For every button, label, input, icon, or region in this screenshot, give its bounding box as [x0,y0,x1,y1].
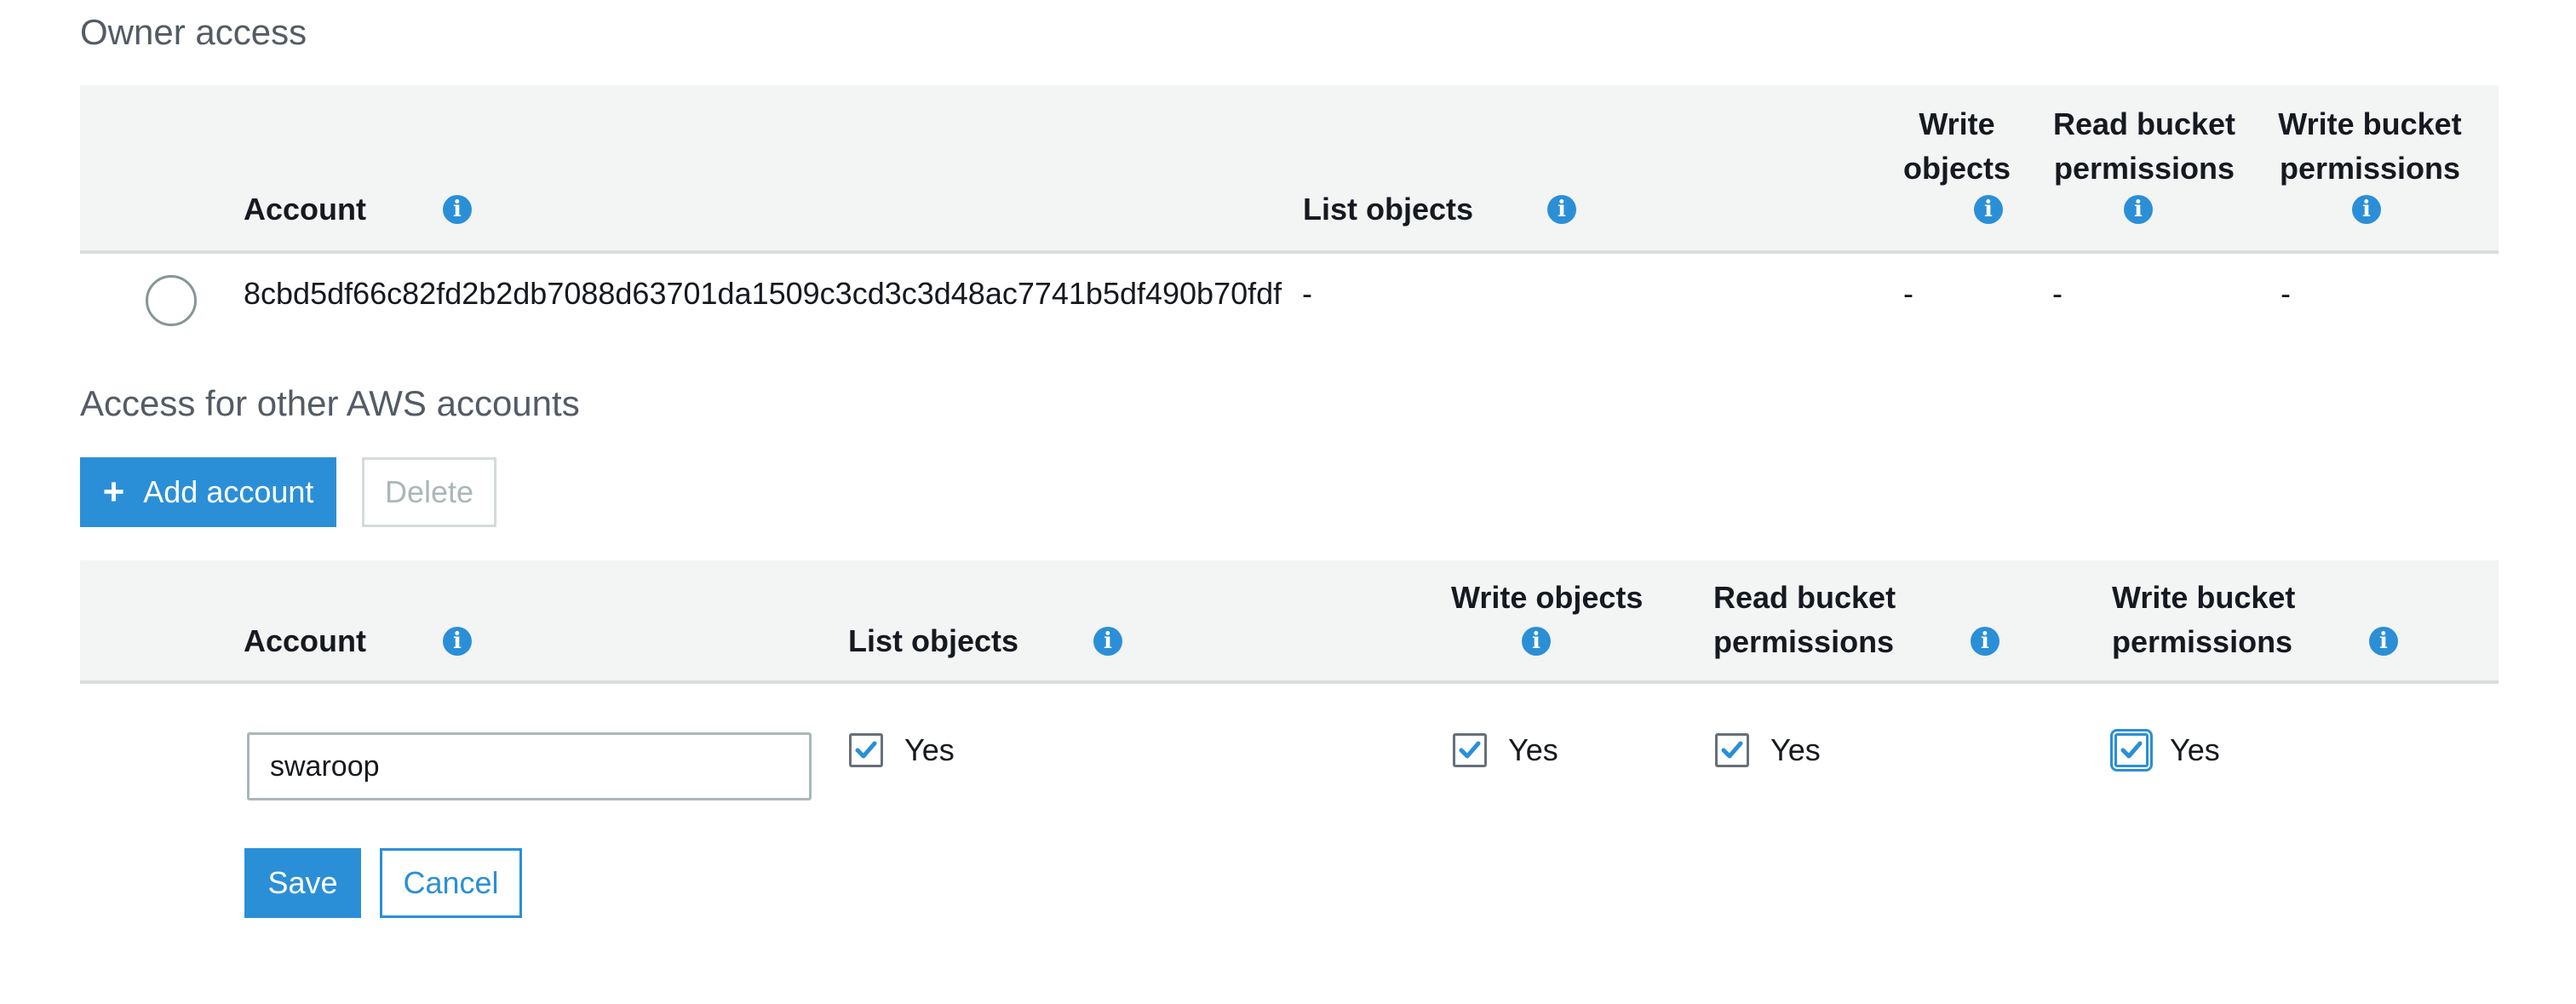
owner-row-radio[interactable] [146,275,197,326]
info-icon[interactable]: i [2352,195,2381,224]
info-icon[interactable]: i [1547,195,1576,224]
info-icon[interactable]: i [1522,627,1551,656]
write-bucket-yes-label: Yes [2170,732,2220,767]
info-icon[interactable]: i [443,627,472,656]
owner-header-write-objects-line2: objects [1902,151,2011,186]
owner-header-write-bucket-line2: permissions [2279,151,2461,186]
other-header-read-bucket-line1: Read bucket [1713,580,1896,615]
info-icon[interactable]: i [2369,627,2398,656]
info-icon[interactable]: i [1974,195,2003,224]
owner-write-bucket-value: - [2281,276,2291,311]
read-bucket-permissions-checkbox[interactable] [1715,733,1749,767]
owner-header-write-objects-line1: Write [1919,106,1995,141]
write-objects-checkbox[interactable] [1453,733,1487,767]
info-icon[interactable]: i [1971,627,1999,656]
write-objects-yes-label: Yes [1508,732,1558,767]
other-header-write-bucket-permissions: Write bucket permissions [2112,576,2295,664]
plus-icon: + [102,471,125,513]
checkmark-icon [2120,741,2143,759]
other-header-read-bucket-line2: permissions [1713,624,1895,659]
info-icon[interactable]: i [1093,627,1122,656]
owner-header-list-objects: List objects [1303,192,1474,227]
owner-header-read-bucket-line2: permissions [2053,151,2235,186]
other-header-write-objects: Write objects [1451,580,1644,615]
save-button[interactable]: Save [244,848,361,918]
other-header-write-bucket-line2: permissions [2112,624,2293,659]
other-header-read-bucket-permissions: Read bucket permissions [1713,576,1896,664]
owner-access-title: Owner access [80,12,307,52]
owner-header-write-bucket-permissions: Write bucket permissions [2272,102,2468,191]
other-header-list-objects: List objects [848,623,1019,658]
owner-header-read-bucket-permissions: Read bucket permissions [2051,102,2238,191]
list-objects-yes-label: Yes [904,732,955,767]
other-header-account: Account [244,623,366,658]
owner-header-account: Account [244,192,366,227]
other-header-write-bucket-line1: Write bucket [2112,580,2296,615]
read-bucket-yes-label: Yes [1770,732,1821,767]
list-objects-checkbox[interactable] [849,733,883,767]
owner-account-id: 8cbd5df66c82fd2b2db7088d63701da1509c3cd3… [244,276,1282,311]
add-account-label: Add account [143,474,314,509]
checkmark-icon [1459,741,1481,759]
write-bucket-permissions-checkbox[interactable] [2110,729,2153,772]
checkmark-icon [855,741,877,759]
add-account-button[interactable]: + Add account [80,457,336,527]
owner-header-read-bucket-line1: Read bucket [2052,106,2236,141]
owner-write-objects-value: - [1903,276,1913,311]
owner-read-bucket-value: - [2052,276,2063,311]
owner-header-write-objects: Write objects [1889,102,2025,191]
other-accounts-title: Access for other AWS accounts [80,383,580,423]
owner-header-write-bucket-line1: Write bucket [2278,106,2462,141]
delete-button[interactable]: Delete [362,457,496,527]
checkmark-icon [1721,741,1743,759]
account-input[interactable] [247,732,812,800]
owner-list-objects-value: - [1302,276,1312,311]
info-icon[interactable]: i [443,195,472,224]
info-icon[interactable]: i [2124,195,2153,224]
cancel-button[interactable]: Cancel [380,848,522,918]
